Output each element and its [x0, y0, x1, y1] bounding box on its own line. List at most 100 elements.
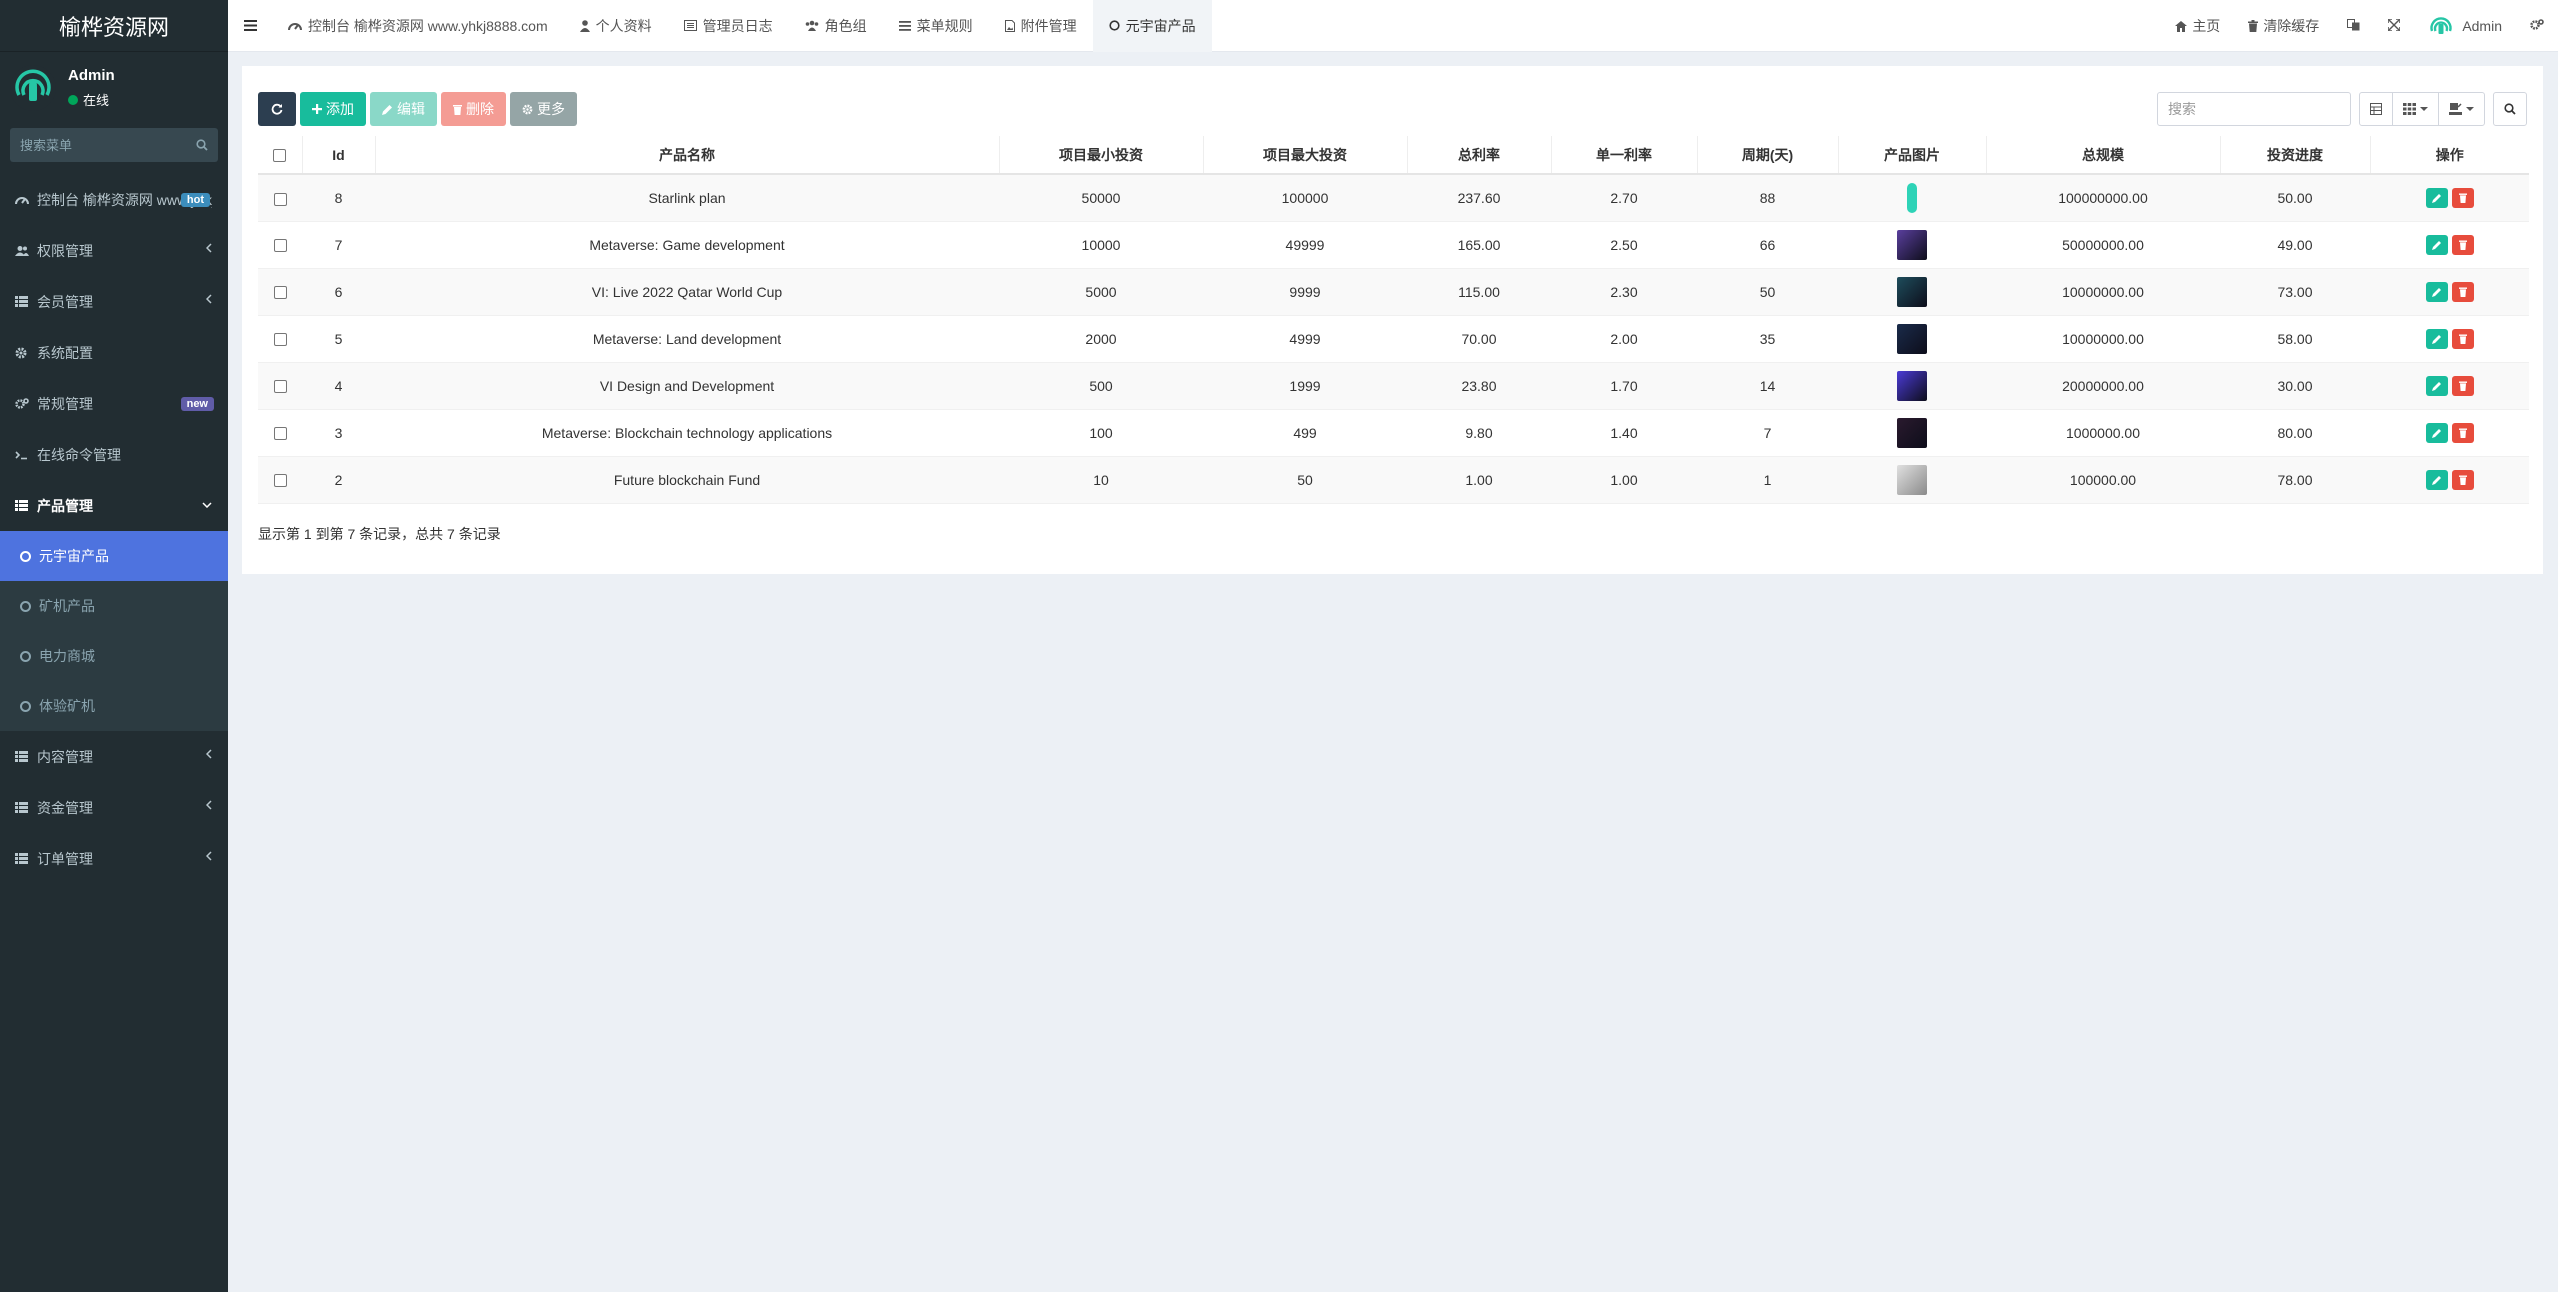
- app-logo[interactable]: 榆桦资源网: [0, 0, 228, 52]
- column-header[interactable]: 总规模: [1986, 136, 2221, 175]
- cell-max: 9999: [1203, 268, 1407, 316]
- sidebar-item-general[interactable]: 常规管理 new: [0, 378, 228, 429]
- row-checkbox[interactable]: [273, 239, 287, 253]
- row-delete-button[interactable]: [2451, 281, 2474, 302]
- sidebar-item-funds[interactable]: 资金管理: [0, 782, 228, 833]
- tab-menu-rules[interactable]: 菜单规则: [883, 0, 989, 52]
- row-edit-button[interactable]: [2425, 234, 2448, 255]
- settings-button[interactable]: [2516, 0, 2558, 52]
- table-row[interactable]: 8 Starlink plan 50000 100000 237.60 2.70 88 100…: [258, 174, 2529, 222]
- sidebar-subitem-power-mall[interactable]: 电力商城: [0, 631, 228, 681]
- column-header[interactable]: 投资进度: [2220, 136, 2371, 175]
- product-thumbnail[interactable]: [1897, 370, 1927, 401]
- columns-button[interactable]: [2392, 92, 2439, 126]
- table-row[interactable]: 4 VI Design and Development 500 1999 23.80 1.…: [258, 362, 2529, 410]
- column-header[interactable]: Id: [302, 136, 376, 175]
- row-edit-button[interactable]: [2425, 187, 2448, 208]
- cell-id: 2: [302, 456, 375, 504]
- table-search-input[interactable]: [2157, 92, 2351, 126]
- row-edit-button[interactable]: [2425, 422, 2448, 443]
- row-checkbox[interactable]: [273, 333, 287, 347]
- edit-button[interactable]: 编辑: [370, 92, 437, 126]
- column-header[interactable]: 产品名称: [375, 136, 1000, 175]
- row-delete-button[interactable]: [2451, 375, 2474, 396]
- home-link[interactable]: 主页: [2161, 0, 2234, 52]
- table-row[interactable]: 7 Metaverse: Game development 10000 49999 16…: [258, 221, 2529, 269]
- advanced-search-button[interactable]: [2493, 92, 2527, 126]
- language-button[interactable]: [2333, 0, 2374, 52]
- toggle-view-button[interactable]: [2359, 92, 2393, 126]
- plus-icon: [312, 104, 322, 114]
- product-thumbnail[interactable]: [1897, 323, 1927, 354]
- row-delete-button[interactable]: [2451, 328, 2474, 349]
- user-menu[interactable]: Admin: [2414, 0, 2516, 52]
- row-edit-button[interactable]: [2425, 469, 2448, 490]
- table-row[interactable]: 2 Future blockchain Fund 10 50 1.00 1.00 1 1000…: [258, 456, 2529, 504]
- product-thumbnail[interactable]: [1907, 182, 1917, 213]
- tab-dashboard[interactable]: 控制台 榆桦资源网 www.yhkj8888.com: [272, 0, 564, 52]
- table-row[interactable]: 3 Metaverse: Blockchain technology applic…: [258, 409, 2529, 457]
- sidebar-subitem-trial-miner[interactable]: 体验矿机: [0, 681, 228, 731]
- cell-progress: 73.00: [2220, 268, 2370, 316]
- select-all-checkbox[interactable]: [273, 149, 287, 163]
- row-edit-button[interactable]: [2425, 375, 2448, 396]
- row-checkbox[interactable]: [273, 380, 287, 394]
- sidebar: 榆桦资源网 Admin 在线 控制台 榆桦资源网 www.yhkj8888.co…: [0, 0, 228, 1292]
- tab-role-group[interactable]: 角色组: [789, 0, 883, 52]
- more-button[interactable]: 更多: [510, 92, 577, 126]
- cell-name: VI: Live 2022 Qatar World Cup: [375, 268, 999, 316]
- column-header[interactable]: 单一利率: [1551, 136, 1698, 175]
- tab-attachments[interactable]: 附件管理: [989, 0, 1093, 52]
- menu-search-input[interactable]: [20, 137, 170, 153]
- column-header[interactable]: 项目最小投资: [999, 136, 1204, 175]
- row-checkbox[interactable]: [273, 427, 287, 441]
- row-edit-button[interactable]: [2425, 328, 2448, 349]
- column-header[interactable]: 周期(天): [1697, 136, 1839, 175]
- table-row[interactable]: 5 Metaverse: Land development 2000 4999 70.0…: [258, 315, 2529, 363]
- sidebar-subitem-metaverse[interactable]: 元宇宙产品: [0, 531, 228, 581]
- delete-button[interactable]: 删除: [441, 92, 506, 126]
- row-delete-button[interactable]: [2451, 234, 2474, 255]
- row-delete-button[interactable]: [2451, 422, 2474, 443]
- row-checkbox[interactable]: [273, 474, 287, 488]
- row-delete-button[interactable]: [2451, 187, 2474, 208]
- product-thumbnail[interactable]: [1897, 229, 1927, 260]
- sidebar-item-products[interactable]: 产品管理: [0, 480, 228, 531]
- sidebar-toggle-button[interactable]: [228, 0, 272, 52]
- search-icon[interactable]: [196, 139, 208, 151]
- row-edit-button[interactable]: [2425, 281, 2448, 302]
- row-delete-button[interactable]: [2451, 469, 2474, 490]
- cell-cycle: 1: [1697, 456, 1838, 504]
- cell-image: [1838, 268, 1986, 316]
- avatar[interactable]: [10, 65, 56, 111]
- export-button[interactable]: [2438, 92, 2485, 126]
- column-header[interactable]: 项目最大投资: [1203, 136, 1408, 175]
- sidebar-item-terminal[interactable]: 在线命令管理: [0, 429, 228, 480]
- fullscreen-button[interactable]: [2374, 0, 2414, 52]
- sidebar-item-members[interactable]: 会员管理: [0, 276, 228, 327]
- table-row[interactable]: 6 VI: Live 2022 Qatar World Cup 5000 9999 11…: [258, 268, 2529, 316]
- sidebar-item-dashboard[interactable]: 控制台 榆桦资源网 www.yhkj8888.com hot: [0, 174, 228, 225]
- sidebar-item-content[interactable]: 内容管理: [0, 731, 228, 782]
- product-thumbnail[interactable]: [1897, 464, 1927, 495]
- tab-profile[interactable]: 个人资料: [564, 0, 668, 52]
- sidebar-subitem-miners[interactable]: 矿机产品: [0, 581, 228, 631]
- cell-cycle: 7: [1697, 409, 1838, 457]
- tab-admin-log[interactable]: 管理员日志: [668, 0, 789, 52]
- sidebar-item-system-config[interactable]: 系统配置: [0, 327, 228, 378]
- cell-max: 100000: [1203, 174, 1407, 222]
- row-checkbox[interactable]: [273, 286, 287, 300]
- refresh-button[interactable]: [258, 92, 296, 126]
- column-header[interactable]: 总利率: [1407, 136, 1552, 175]
- add-button[interactable]: 添加: [300, 92, 366, 126]
- row-checkbox[interactable]: [273, 192, 287, 206]
- product-thumbnail[interactable]: [1897, 417, 1927, 448]
- sidebar-item-orders[interactable]: 订单管理: [0, 833, 228, 884]
- cell-single-rate: 2.30: [1551, 268, 1697, 316]
- product-thumbnail[interactable]: [1897, 276, 1927, 307]
- clear-cache-button[interactable]: 清除缓存: [2234, 0, 2333, 52]
- user-panel: Admin 在线: [0, 52, 228, 124]
- tab-metaverse-products[interactable]: 元宇宙产品: [1092, 0, 1212, 52]
- sidebar-item-permissions[interactable]: 权限管理: [0, 225, 228, 276]
- cell-operations: [2370, 174, 2529, 222]
